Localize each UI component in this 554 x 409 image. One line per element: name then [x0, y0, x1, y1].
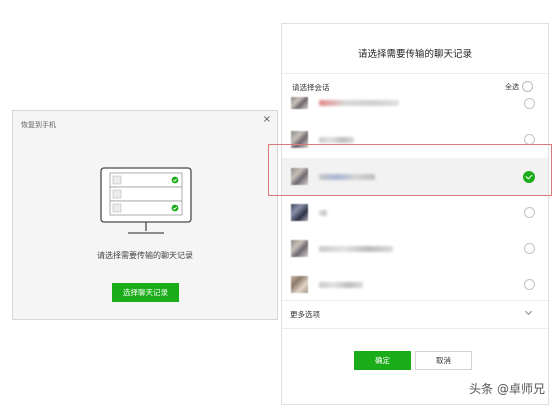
select-all-label[interactable]: 全选 — [505, 82, 519, 92]
select-chat-history-button[interactable]: 选择聊天记录 — [112, 283, 179, 302]
conversation-name-blurred — [319, 282, 363, 288]
avatar — [291, 131, 308, 148]
divider — [282, 73, 548, 74]
divider — [282, 328, 548, 329]
conversation-row[interactable] — [282, 196, 548, 232]
conversation-radio[interactable] — [524, 207, 535, 218]
chat-selection-panel: 请选择需要传输的聊天记录 请选择会话 全选 更多选项 确定 取消 — [281, 23, 549, 405]
confirm-button[interactable]: 确定 — [354, 351, 411, 370]
panel-title: 请选择需要传输的聊天记录 — [357, 49, 472, 60]
avatar — [291, 276, 308, 293]
avatar — [291, 168, 308, 185]
transfer-prompt: 请选择需要传输的聊天记录 — [97, 251, 193, 260]
select-all-radio[interactable] — [522, 81, 533, 92]
conversation-row[interactable] — [282, 122, 548, 158]
conversation-radio[interactable] — [524, 98, 535, 109]
divider — [282, 300, 548, 301]
conversation-row[interactable] — [282, 96, 548, 114]
more-options-label: 更多选项 — [290, 310, 320, 319]
conversation-radio[interactable] — [524, 279, 535, 290]
conversation-name-blurred — [319, 100, 399, 106]
more-options-toggle[interactable]: 更多选项 — [282, 306, 548, 324]
cancel-button[interactable]: 取消 — [415, 351, 472, 370]
conversation-name-blurred — [319, 246, 393, 252]
conversation-name-blurred — [319, 137, 354, 143]
restore-to-phone-dialog: 恢复到手机 × 请选择需要传输的聊天记录 选择聊天记录 — [12, 110, 278, 320]
conversation-name-blurred — [319, 174, 375, 180]
dialog-title: 恢复到手机 — [21, 121, 56, 129]
conversation-name-blurred — [319, 210, 327, 216]
watermark: 头条 @卓师兄 — [469, 382, 545, 396]
conversation-row[interactable] — [282, 268, 548, 304]
checkmark-icon[interactable] — [523, 171, 535, 183]
conversation-radio[interactable] — [524, 134, 535, 145]
avatar — [291, 97, 308, 109]
conversation-row-selected[interactable] — [282, 158, 548, 196]
conversation-row[interactable] — [282, 232, 548, 268]
conversation-radio[interactable] — [524, 243, 535, 254]
section-label: 请选择会话 — [292, 83, 330, 92]
monitor-icon — [100, 167, 192, 234]
chevron-down-icon[interactable] — [524, 307, 533, 316]
close-icon[interactable]: × — [263, 114, 271, 126]
avatar — [291, 204, 308, 221]
avatar — [291, 240, 308, 257]
